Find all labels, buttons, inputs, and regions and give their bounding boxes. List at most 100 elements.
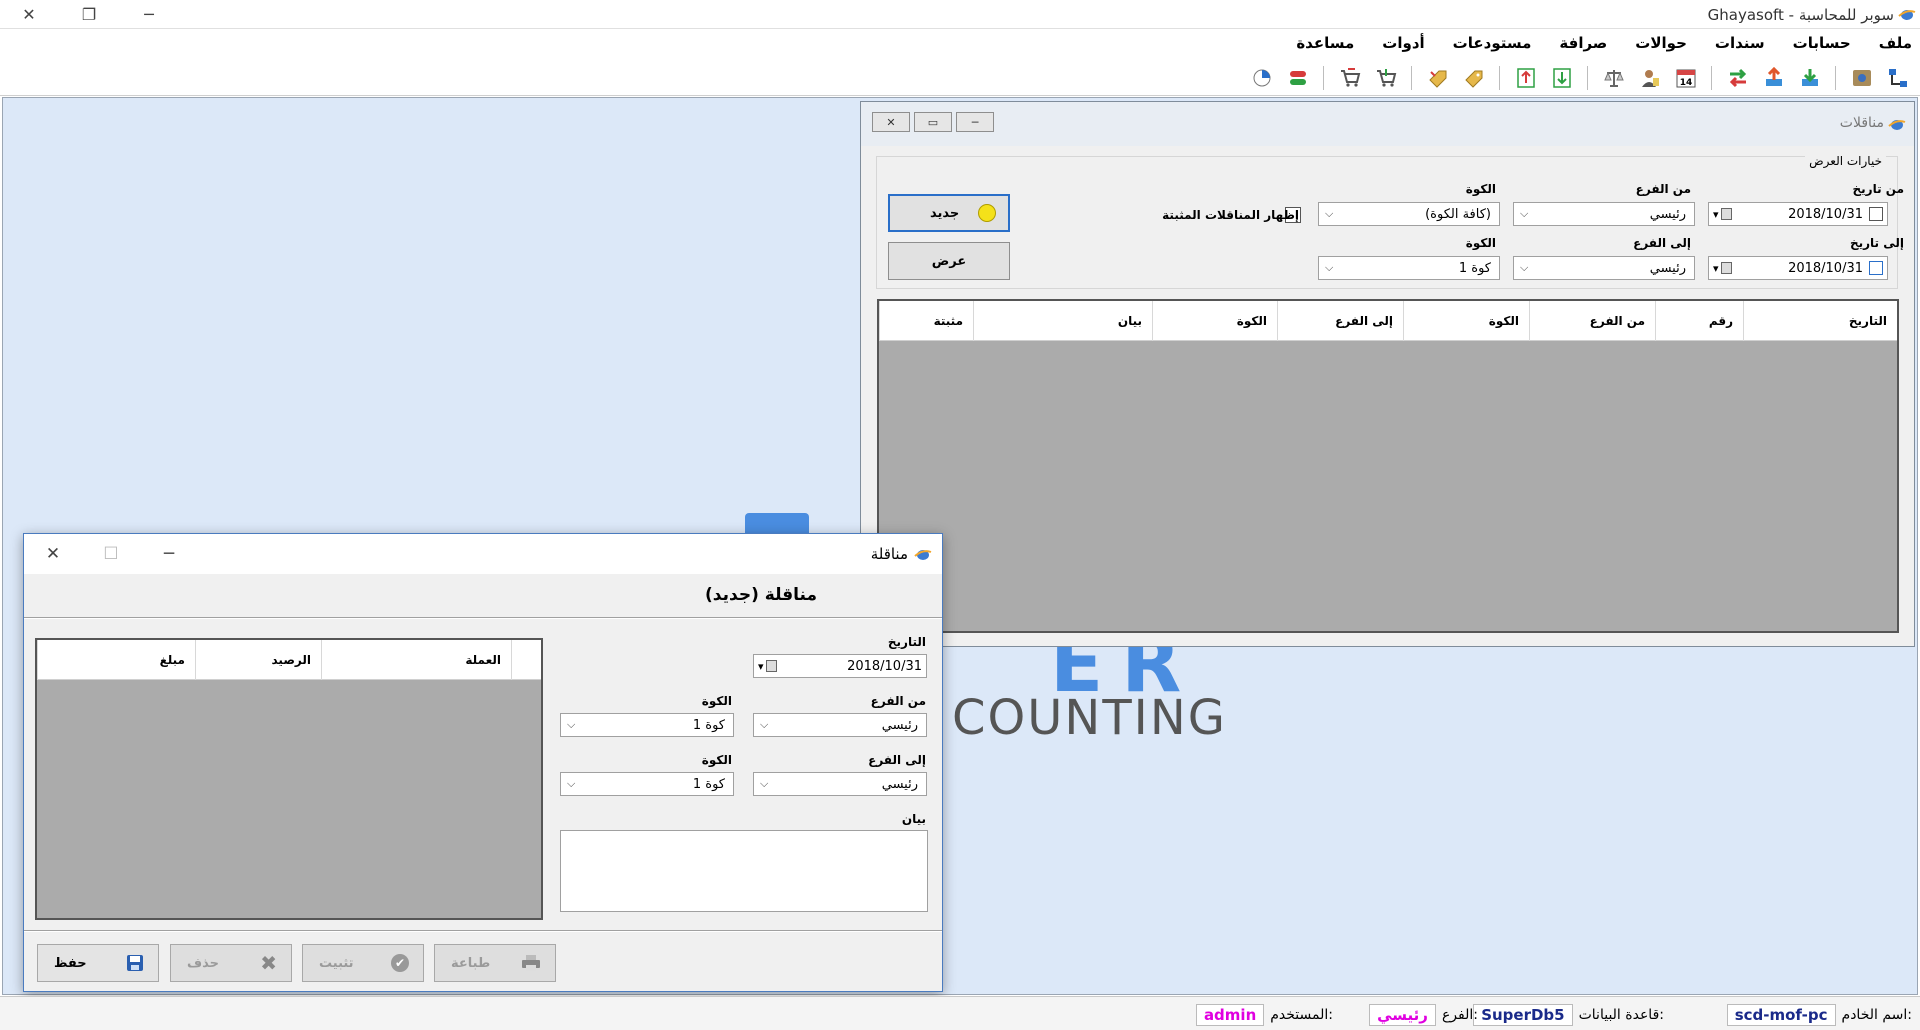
column-header-number[interactable]: رقم: [1655, 301, 1743, 341]
from-date-checkbox[interactable]: [1869, 207, 1883, 221]
delete-button-label: حذف: [187, 955, 219, 971]
app-title: Ghayasoft - سوبر للمحاسبة: [1707, 6, 1894, 24]
branch-value: رئيسي: [1369, 1004, 1436, 1026]
menu-file[interactable]: ملف: [1879, 34, 1912, 52]
from-branch-select[interactable]: ⌵ رئيسي: [753, 713, 927, 737]
from-branch-label: من الفرع: [1635, 182, 1691, 196]
transfers-window-title: مناقلات: [1839, 115, 1884, 131]
from-branch-select[interactable]: ⌵ رئيسي: [1513, 202, 1695, 226]
watermark-logo-subtext: COUNTING: [952, 690, 1227, 746]
column-header-fixed[interactable]: مثبتة: [879, 301, 973, 341]
to-branch-select[interactable]: ⌵ رئيسي: [753, 772, 927, 796]
exchange-tool-button[interactable]: [1723, 63, 1752, 92]
menu-warehouses[interactable]: مستودعات: [1453, 34, 1532, 52]
minimize-icon: ─: [971, 115, 979, 129]
pie-chart-icon: [1253, 69, 1270, 86]
column-header-currency[interactable]: العملة: [321, 640, 511, 680]
network-icon: [1888, 68, 1907, 87]
dialog-minimize-button[interactable]: ─: [140, 534, 198, 574]
user-tool-button[interactable]: [1635, 63, 1664, 92]
to-branch-label: إلى الفرع: [1633, 236, 1691, 250]
dialog-maximize-button[interactable]: ☐: [82, 534, 140, 574]
transfers-window-titlebar: [861, 102, 1914, 146]
chevron-down-icon: ⌵: [1520, 261, 1529, 274]
to-date-picker[interactable]: ▾ 2018/10/31: [1708, 256, 1888, 280]
statement-textarea[interactable]: [560, 830, 928, 912]
check-circle-icon: ✔: [391, 954, 409, 972]
minimize-icon: ─: [144, 5, 154, 24]
import-tool-button[interactable]: [1547, 63, 1576, 92]
column-header-to-box[interactable]: الكوة: [1152, 301, 1277, 341]
dialog-close-button[interactable]: ✕: [24, 534, 82, 574]
report-tool-button[interactable]: [1247, 63, 1276, 92]
toolbar: 14: [0, 58, 1920, 96]
close-icon: ✕: [45, 544, 61, 564]
from-box-select[interactable]: ⌵ (كافة الكوة): [1318, 202, 1500, 226]
cart-tool-button[interactable]: [1371, 63, 1400, 92]
new-button-label: جديد: [930, 205, 960, 221]
save-button-label: حفظ: [54, 955, 87, 971]
balances-grid[interactable]: العملة الرصيد مبلغ: [35, 638, 543, 920]
print-button-label: طباعة: [451, 955, 491, 971]
confirm-button-label: تثبيت: [319, 955, 354, 971]
menu-exchange[interactable]: صرافة: [1559, 34, 1607, 52]
view-options-legend: خيارات العرض: [1805, 154, 1886, 168]
close-window-button[interactable]: ✕: [0, 0, 58, 29]
upload-tool-button[interactable]: [1759, 63, 1788, 92]
balance-tool-button[interactable]: [1599, 63, 1628, 92]
cart-remove-tool-button[interactable]: [1335, 63, 1364, 92]
export-tool-button[interactable]: [1511, 63, 1540, 92]
column-header-from-branch[interactable]: من الفرع: [1529, 301, 1655, 341]
download-tool-button[interactable]: [1795, 63, 1824, 92]
from-date-picker[interactable]: ▾ 2018/10/31: [1708, 202, 1888, 226]
tag-add-tool-button[interactable]: [1423, 63, 1452, 92]
from-box-select[interactable]: ⌵ كوة 1: [560, 713, 734, 737]
menu-transfers[interactable]: حوالات: [1635, 34, 1687, 52]
menu-tools[interactable]: أدوات: [1382, 34, 1424, 52]
child-close-button[interactable]: ✕: [872, 112, 910, 132]
menu-help[interactable]: مساعدة: [1296, 34, 1354, 52]
column-header-from-box[interactable]: الكوة: [1403, 301, 1529, 341]
transfers-list-window: ✕ ▭ ─ مناقلات خيارات العرض من تاريخ ▾ 20…: [860, 101, 1915, 647]
to-branch-label: إلى الفرع: [868, 753, 926, 767]
print-button[interactable]: طباعة: [434, 944, 556, 982]
minimize-window-button[interactable]: ─: [120, 0, 178, 29]
network-tool-button[interactable]: [1883, 63, 1912, 92]
to-box-select[interactable]: ⌵ كوة 1: [1318, 256, 1500, 280]
tag-tool-button[interactable]: [1459, 63, 1488, 92]
menu-vouchers[interactable]: سندات: [1715, 34, 1765, 52]
column-header-date[interactable]: التاريخ: [1743, 301, 1897, 341]
export-icon: [1516, 67, 1535, 88]
to-date-checkbox[interactable]: [1869, 261, 1883, 275]
child-restore-button[interactable]: ▭: [914, 112, 952, 132]
settings-tool-button[interactable]: [1847, 63, 1876, 92]
exchange-icon: [1729, 68, 1746, 87]
from-branch-label: من الفرع: [870, 694, 926, 708]
to-branch-value: رئيسي: [1649, 260, 1686, 276]
menu-accounts[interactable]: حسابات: [1793, 34, 1851, 52]
dropdown-arrow-icon: ▾: [1713, 261, 1719, 275]
to-branch-select[interactable]: ⌵ رئيسي: [1513, 256, 1695, 280]
main-titlebar: ✕ ❐ ─ Ghayasoft - سوبر للمحاسبة: [0, 0, 1920, 29]
column-header-statement[interactable]: بيان: [973, 301, 1152, 341]
calendar-tool-button[interactable]: 14: [1671, 63, 1700, 92]
transfer-tool-button[interactable]: [1283, 63, 1312, 92]
transfers-grid-header: التاريخ رقم من الفرع الكوة إلى الفرع الك…: [879, 301, 1897, 341]
restore-window-button[interactable]: ❐: [60, 0, 118, 29]
child-minimize-button[interactable]: ─: [956, 112, 994, 132]
column-header-balance[interactable]: الرصيد: [195, 640, 321, 680]
column-header-amount[interactable]: مبلغ: [37, 640, 195, 680]
box-label-1: الكوة: [1465, 182, 1496, 196]
date-picker[interactable]: ▾ 2018/10/31: [753, 654, 927, 678]
to-box-select[interactable]: ⌵ كوة 1: [560, 772, 734, 796]
new-transfer-button[interactable]: جديد: [888, 194, 1010, 232]
transfers-grid[interactable]: التاريخ رقم من الفرع الكوة إلى الفرع الك…: [877, 299, 1899, 633]
database-value: SuperDb5: [1473, 1004, 1573, 1026]
column-header-to-branch[interactable]: إلى الفرع: [1277, 301, 1403, 341]
delete-button[interactable]: حذف ✖: [170, 944, 292, 982]
save-button[interactable]: حفظ: [37, 944, 159, 982]
printer-icon: [522, 955, 540, 971]
confirm-button[interactable]: تثبيت ✔: [302, 944, 424, 982]
from-date-value: 2018/10/31: [1788, 206, 1863, 222]
view-button[interactable]: عرض: [888, 242, 1010, 280]
